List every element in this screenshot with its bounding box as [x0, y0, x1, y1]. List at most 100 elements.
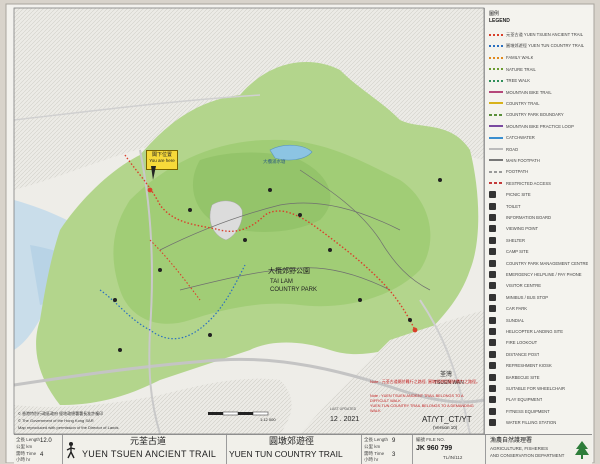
legend-item: 圓墩郊遊徑 YUEN TUN COUNTRY TRAIL	[489, 41, 589, 51]
legend-label: TOILET	[506, 203, 521, 209]
legend-item: FAMILY WALK	[489, 53, 589, 63]
map-copyright-1: © 香港特別行政區政府 經地政總署署長准許複印	[18, 411, 104, 416]
legend-swatch	[489, 248, 496, 256]
pointer-icon	[151, 166, 156, 180]
legend-label: CAMP SITE	[506, 249, 529, 255]
legend-label: VISITOR CENTRE	[506, 283, 542, 289]
dept-name-en-2: AND CONSERVATION DEPARTMENT	[490, 453, 565, 458]
legend-label: SUITABLE FOR WHEELCHAIR	[506, 385, 566, 391]
legend-label: RESTRICTED ACCESS	[506, 180, 551, 186]
reservoir-label: 大欖涌水塘	[263, 159, 286, 164]
information-board: { "map": { "you_are_here_zh": "閣下位置", "y…	[0, 0, 600, 464]
legend-swatch	[489, 136, 503, 139]
legend-label: SHELTER	[506, 237, 526, 243]
legend-item: FIRE LOOKOUT	[489, 338, 589, 348]
legend-item: TREE WALK	[489, 76, 589, 86]
legend-item: RESTRICTED ACCESS	[489, 178, 589, 188]
dept-name-en-1: AGRICULTURE, FISHERIES	[490, 446, 549, 451]
legend-panel: 圖例 LEGEND 元荃古道 YUEN TSUEN ANCIENT TRAIL 圓…	[484, 8, 593, 434]
legend-title-en: LEGEND	[489, 18, 510, 24]
legend-swatch	[489, 350, 496, 358]
legend-label: CATCHWATER	[506, 135, 535, 141]
trail2-name-en: YUEN TUN COUNTRY TRAIL	[229, 449, 343, 459]
legend-item: FITNESS EQUIPMENT	[489, 406, 589, 416]
warning-en-1: Note : YUEN TSUEN ANCIENT TRAIL BELONGS …	[370, 394, 464, 403]
legend-swatch	[489, 293, 496, 301]
footer-department: 漁農自然護理署 AGRICULTURE, FISHERIES AND CONSE…	[486, 435, 592, 464]
legend-item: MOUNTAIN BIKE PRACTICE LOOP	[489, 121, 589, 131]
trail1-time-unit: 小時 hr	[16, 457, 31, 462]
legend-label: ROAD	[506, 146, 519, 152]
legend-item: MAIN FOOTPATH	[489, 155, 589, 165]
park-name-zh: 大欖郊野公園	[268, 268, 310, 275]
legend-item: CATCHWATER	[489, 133, 589, 143]
trail1-time-value: 4	[40, 452, 44, 458]
ref-number: JK 960 799	[416, 445, 453, 452]
legend-item: BARBECUE SITE	[489, 372, 589, 382]
footer-ref: 編號 FILE NO. JK 960 799 TL/IN/112	[413, 435, 486, 464]
notes-block: Note : 元荃古道屬於難行之路徑, 圓墩郊遊徑屬於費力之路徑。 Note :…	[330, 372, 480, 432]
legend-label: 元荃古道 YUEN TSUEN ANCIENT TRAIL	[506, 32, 584, 37]
legend-item: MOUNTAIN BIKE TRAIL	[489, 87, 589, 97]
legend-swatch	[489, 236, 496, 244]
trail1-length-label: 全長 Length	[16, 437, 41, 442]
legend-item: FOOTPATH	[489, 167, 589, 177]
legend-swatch	[489, 384, 496, 392]
footer-strip: 全長 Length 12.0 公里 km 需時 Time 4 小時 hr 元荃古…	[14, 434, 592, 464]
trail1-length-value: 12.0	[40, 438, 52, 444]
legend-swatch	[489, 56, 503, 59]
legend-label: SUNDIAL	[506, 317, 525, 323]
legend-label: TREE WALK	[506, 78, 531, 84]
legend-item: COUNTRY TRAIL	[489, 98, 589, 108]
legend-label: COUNTRY PARK MANAGEMENT CENTRE	[506, 260, 589, 266]
footer-trail1-length: 全長 Length 12.0 公里 km 需時 Time 4 小時 hr	[14, 435, 63, 464]
legend-label: FIRE LOOKOUT	[506, 340, 538, 346]
legend-swatch	[489, 34, 503, 36]
warning-zh: Note : 元荃古道屬於難行之路徑, 圓墩郊遊徑屬於費力之路徑。	[370, 379, 481, 384]
legend-swatch	[489, 225, 496, 233]
legend-label: DISTANCE POST	[506, 351, 540, 357]
legend-swatch	[489, 396, 496, 404]
legend-swatch	[489, 327, 496, 335]
legend-swatch	[489, 45, 503, 48]
legend-label: COUNTRY PARK BOUNDARY	[506, 112, 564, 118]
legend-item: INFORMATION BOARD	[489, 212, 589, 222]
scale-label: 1:12 000	[260, 417, 276, 422]
legend-swatch	[489, 259, 496, 267]
footer-trail2-length: 全長 Length 9 公里 km 需時 Time 3 小時 hr	[362, 435, 413, 464]
legend-item: EMERGENCY HELPLINE / PAY PHONE	[489, 269, 589, 279]
legend-swatch	[489, 305, 496, 313]
legend-label: BARBECUE SITE	[506, 374, 540, 380]
trail1-name-en: YUEN TSUEN ANCIENT TRAIL	[82, 449, 217, 459]
legend-item: PLAY EQUIPMENT	[489, 395, 589, 405]
you-are-here-en: You are here	[149, 158, 175, 163]
legend-label: FOOTPATH	[506, 169, 529, 175]
map-copyright-2: © The Government of the Hong Kong SAR	[18, 418, 94, 423]
legend-item: MINIBUS / BUS STOP	[489, 292, 589, 302]
legend-label: FITNESS EQUIPMENT	[506, 408, 550, 414]
footer-trail1-name: 元荃古道 YUEN TSUEN ANCIENT TRAIL	[80, 435, 227, 464]
legend-label: EMERGENCY HELPLINE / PAY PHONE	[506, 271, 582, 277]
legend-label: REFRESHMENT KIOSK	[506, 363, 552, 369]
last-updated-label: LAST UPDATED	[330, 407, 357, 411]
legend-item: TOILET	[489, 201, 589, 211]
legend-swatch	[489, 159, 503, 162]
legend-swatch	[489, 102, 503, 105]
legend-label: WATER FILLING STATION	[506, 420, 557, 426]
legend-label: FAMILY WALK	[506, 55, 534, 61]
legend-swatch	[489, 339, 496, 347]
legend-swatch	[489, 182, 503, 184]
warning-en-2: YUEN TUN COUNTRY TRAIL BELONGS TO A DEMA…	[370, 404, 474, 413]
legend-label: PICNIC SITE	[506, 192, 531, 198]
legend-label: MINIBUS / BUS STOP	[506, 294, 549, 300]
trail2-length-value: 9	[392, 438, 396, 444]
legend-item: VIEWING POINT	[489, 224, 589, 234]
legend-swatch	[489, 213, 496, 221]
legend-swatch	[489, 362, 496, 370]
legend-label: 圓墩郊遊徑 YUEN TUN COUNTRY TRAIL	[506, 43, 585, 49]
trail1-length-unit: 公里 km	[16, 444, 33, 449]
legend-swatch	[489, 125, 503, 128]
hiker-icon	[66, 442, 76, 459]
legend-item: 元荃古道 YUEN TSUEN ANCIENT TRAIL	[489, 30, 589, 40]
footer-trail2-name: 圓墩郊遊徑 YUEN TUN COUNTRY TRAIL	[227, 435, 362, 464]
